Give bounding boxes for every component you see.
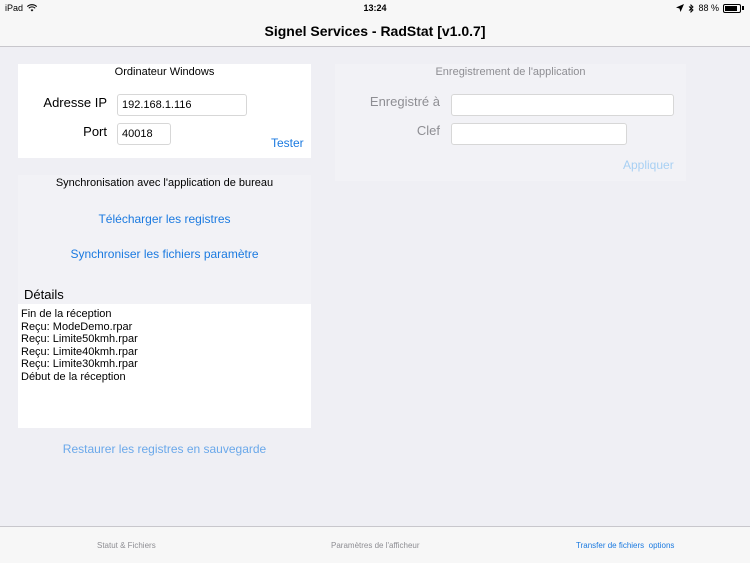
restore-registers-button[interactable]: Restaurer les registres en sauvegarde (18, 442, 311, 456)
log-line: Reçu: Limite50kmh.rpar (21, 333, 138, 345)
location-arrow-icon (676, 4, 685, 12)
port-input[interactable] (117, 123, 171, 145)
registered-to-label: Enregistré à (369, 94, 440, 109)
log-line: Reçu: Limite30kmh.rpar (21, 358, 138, 370)
tab-bar: Statut & Fichiers Paramètres de l'affich… (0, 526, 750, 563)
apply-button[interactable]: Appliquer (623, 158, 674, 172)
battery-icon (723, 3, 741, 13)
key-input[interactable] (451, 123, 627, 145)
windows-panel-title: Ordinateur Windows (114, 66, 215, 78)
registered-to-input[interactable] (451, 94, 674, 116)
ip-address-input[interactable] (117, 94, 247, 116)
navigation-bar: Signel Services - RadStat [v1.0.7] (0, 16, 750, 47)
sync-panel-title: Synchronisation avec l'application de bu… (55, 177, 274, 189)
log-line: Reçu: ModeDemo.rpar (21, 320, 133, 333)
tab-display-settings[interactable]: Paramètres de l'afficheur (331, 541, 420, 550)
log-line: Début de la réception (21, 370, 126, 383)
page-title: Signel Services - RadStat [v1.0.7] (264, 23, 486, 39)
registration-panel-title: Enregistrement de l'application (435, 66, 586, 78)
windows-computer-panel: Ordinateur Windows Adresse IP Port Teste… (18, 64, 311, 158)
test-button[interactable]: Tester (271, 136, 304, 150)
registration-panel: Enregistrement de l'application Enregist… (335, 64, 686, 181)
bluetooth-icon (689, 3, 695, 13)
clock: 13:24 (363, 3, 387, 13)
log-line: Reçu: Limite40kmh.rpar (21, 345, 138, 358)
tab-status-files[interactable]: Statut & Fichiers (97, 541, 156, 550)
log-line: Fin de la réception (21, 308, 112, 320)
details-title: Détails (24, 287, 64, 302)
status-bar: iPad 13:24 88 % (0, 0, 750, 16)
port-label: Port (83, 124, 107, 139)
details-log[interactable]: Fin de la réception Reçu: ModeDemo.rpar … (18, 304, 311, 428)
tab-file-transfer-options[interactable]: Transfer de fichiers options (576, 541, 674, 550)
ip-label: Adresse IP (43, 95, 107, 110)
battery-percent: 88 % (698, 3, 719, 13)
key-label: Clef (416, 123, 440, 138)
download-registers-button[interactable]: Télécharger les registres (18, 212, 311, 226)
sync-parameter-files-button[interactable]: Synchroniser les fichiers paramètre (18, 247, 311, 261)
sync-panel: Synchronisation avec l'application de bu… (18, 175, 311, 304)
